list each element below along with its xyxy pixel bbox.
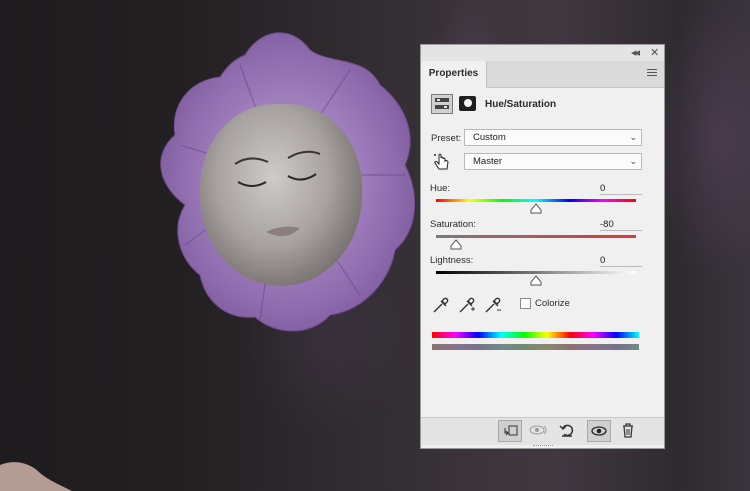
preset-label: Preset: — [431, 133, 462, 144]
eye-icon[interactable] — [587, 420, 611, 442]
lightness-value-field[interactable]: 0 — [600, 255, 642, 267]
tab-properties[interactable]: Properties — [421, 61, 487, 88]
preset-value: Custom — [473, 132, 506, 143]
double-chevron-left-icon[interactable]: ◂◂ — [631, 46, 640, 60]
panel-tab-row: Properties — [421, 61, 664, 88]
hue-label: Hue: — [430, 183, 451, 194]
lightness-label: Lightness: — [430, 255, 474, 266]
hand-image — [0, 462, 72, 491]
output-color-bar — [432, 344, 639, 350]
properties-panel: ◂◂ ✕ Properties Hue/Saturation Preset: C… — [420, 44, 665, 449]
clip-to-layer-icon[interactable] — [498, 420, 522, 442]
hue-saturation-icon[interactable] — [431, 94, 453, 114]
hue-value-field[interactable]: 0 — [600, 183, 642, 195]
hamburger-menu-icon[interactable] — [647, 69, 657, 78]
view-previous-state-icon[interactable] — [527, 420, 551, 442]
lightness-slider-track[interactable] — [436, 271, 636, 274]
close-icon[interactable]: ✕ — [650, 46, 659, 60]
preset-select[interactable]: Custom ⌄ — [464, 129, 642, 146]
panel-titlebar[interactable]: ◂◂ ✕ — [421, 45, 664, 62]
reset-icon[interactable] — [556, 420, 580, 442]
mask-icon[interactable] — [459, 96, 476, 111]
channel-value: Master — [473, 156, 503, 167]
chevron-down-icon: ⌄ — [629, 156, 637, 166]
saturation-value-field[interactable]: -80 — [600, 219, 642, 231]
colorize-checkbox[interactable] — [520, 298, 531, 309]
hue-slider-track[interactable] — [436, 199, 636, 202]
trash-icon[interactable] — [617, 420, 641, 442]
adjustment-title: Hue/Saturation — [485, 99, 557, 110]
saturation-label: Saturation: — [430, 219, 476, 230]
eyedropper-subtract-icon[interactable] — [483, 296, 503, 314]
colorize-label: Colorize — [535, 298, 570, 309]
input-color-bar — [432, 332, 639, 338]
channel-select[interactable]: Master ⌄ — [464, 153, 642, 170]
chevron-down-icon: ⌄ — [629, 132, 637, 142]
hand-targeted-adjustment-icon[interactable] — [432, 153, 452, 171]
saturation-slider-track[interactable] — [436, 235, 636, 238]
panel-bottom-toolbar — [421, 417, 664, 445]
face-features — [234, 150, 321, 237]
eyedropper-add-icon[interactable] — [457, 296, 477, 314]
panel-resize-grip[interactable] — [533, 445, 553, 449]
eyedropper-icon[interactable] — [431, 296, 451, 314]
